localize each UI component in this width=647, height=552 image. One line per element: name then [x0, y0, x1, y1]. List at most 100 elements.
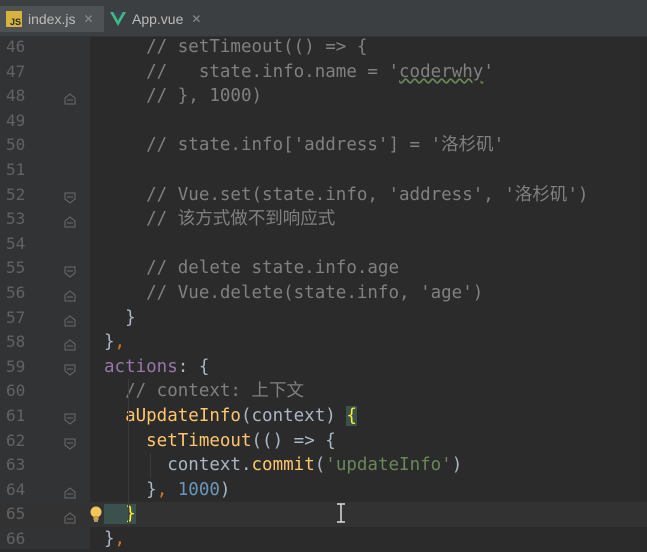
tab-label: index.js — [28, 11, 76, 27]
close-icon[interactable]: ✕ — [191, 12, 201, 26]
code-line[interactable]: 64 }, 1000) — [0, 478, 647, 503]
line-number[interactable]: 61 — [6, 404, 46, 429]
fold-marker-icon[interactable] — [64, 410, 76, 425]
code-token: // state.info.name = ' — [104, 61, 400, 82]
code-line[interactable]: 58}, — [0, 330, 647, 355]
code-token: } — [104, 479, 157, 500]
lightbulb-icon[interactable] — [88, 505, 104, 523]
code-token: } — [104, 332, 115, 353]
code-token: // Vue.delete(state.info, 'age') — [104, 283, 484, 303]
line-number[interactable]: 65 — [6, 502, 46, 527]
code-line[interactable]: 51 — [0, 158, 647, 183]
code-line[interactable]: 63 context.commit('updateInfo') — [0, 453, 647, 478]
fold-marker-icon[interactable] — [64, 435, 76, 450]
line-number[interactable]: 54 — [6, 232, 46, 257]
code-line[interactable]: 52 // Vue.set(state.info, 'address', '洛杉… — [0, 183, 647, 208]
fold-marker-icon[interactable] — [64, 312, 76, 327]
fold-marker-icon[interactable] — [64, 361, 76, 376]
line-number[interactable]: 56 — [6, 281, 46, 306]
code-token: , — [156, 479, 178, 500]
fold-marker-icon[interactable] — [64, 484, 76, 499]
indent-guide — [150, 453, 151, 478]
fold-marker-icon[interactable] — [64, 336, 76, 351]
code-line[interactable]: 50 // state.info['address'] = '洛杉矶' — [0, 133, 647, 158]
code-token: aUpdateInfo — [104, 406, 241, 426]
code-text: // Vue.delete(state.info, 'age') — [104, 281, 483, 306]
code-token: context. — [104, 455, 252, 476]
code-token: actions — [104, 356, 178, 377]
code-text: // Vue.set(state.info, 'address', '洛杉矶') — [104, 183, 588, 208]
code-token: : { — [177, 356, 210, 377]
line-number[interactable]: 63 — [6, 453, 46, 478]
code-text: // context: 上下文 — [104, 379, 304, 404]
code-token: , — [114, 529, 126, 549]
line-number[interactable]: 62 — [6, 429, 46, 454]
code-token: } — [104, 529, 115, 549]
code-line[interactable]: 49 — [0, 109, 647, 134]
line-number[interactable]: 48 — [6, 84, 46, 109]
tab-label: App.vue — [132, 11, 184, 27]
code-text: // state.info.name = 'coderwhy' — [104, 60, 494, 85]
code-line[interactable]: 60 // context: 上下文 — [0, 379, 647, 404]
code-text: // }, 1000) — [104, 84, 262, 109]
line-number[interactable]: 58 — [6, 330, 46, 355]
code-text: } — [104, 502, 136, 527]
code-token: } — [104, 504, 136, 525]
code-line[interactable]: 46 // setTimeout(() => { — [0, 35, 647, 60]
code-token: // context: 上下文 — [104, 381, 305, 402]
code-line[interactable]: 59 actions: { — [0, 355, 647, 380]
code-line[interactable]: 53 // 该方式做不到响应式 — [0, 207, 647, 232]
code-token: // delete state.info.age — [104, 258, 400, 279]
code-line[interactable]: 65 } — [0, 502, 647, 527]
fold-marker-icon[interactable] — [64, 213, 76, 228]
line-number[interactable]: 47 — [6, 60, 46, 85]
code-line[interactable]: 47 // state.info.name = 'coderwhy' — [0, 60, 647, 85]
code-line[interactable]: 54 — [0, 232, 647, 257]
line-number[interactable]: 50 — [6, 133, 46, 158]
javascript-file-icon: JS — [6, 11, 22, 27]
fold-marker-icon[interactable] — [64, 509, 76, 524]
line-number[interactable]: 57 — [6, 306, 46, 331]
code-token: // 该方式做不到响应式 — [104, 209, 336, 230]
code-token: // Vue.set(state.info, 'address', '洛杉矶') — [104, 184, 589, 205]
code-text: } — [104, 306, 136, 331]
code-token: ) — [451, 455, 463, 476]
code-line[interactable]: 48 // }, 1000) — [0, 84, 647, 109]
line-number[interactable]: 55 — [6, 256, 46, 281]
code-token: , — [114, 332, 126, 353]
line-number[interactable]: 53 — [6, 207, 46, 232]
code-token: ' — [483, 61, 494, 82]
close-icon[interactable]: ✕ — [83, 12, 93, 26]
line-number[interactable]: 49 — [6, 109, 46, 134]
vue-file-icon — [110, 12, 126, 26]
code-token: coderwhy — [399, 61, 484, 82]
line-number[interactable]: 51 — [6, 158, 46, 183]
code-text: // delete state.info.age — [104, 256, 399, 281]
fold-marker-icon[interactable] — [64, 287, 76, 302]
fold-marker-icon[interactable] — [64, 189, 76, 204]
code-editor[interactable]: 46 // setTimeout(() => {47 // state.info… — [0, 36, 647, 549]
line-number[interactable]: 46 — [6, 35, 46, 60]
code-token: // }, 1000) — [104, 86, 263, 107]
tab-app-vue[interactable]: App.vue ✕ — [104, 6, 214, 32]
tab-index-js[interactable]: JS index.js ✕ — [0, 6, 104, 32]
code-line[interactable]: 66}, — [0, 527, 647, 552]
fold-marker-icon[interactable] — [64, 263, 76, 278]
code-text: // setTimeout(() => { — [104, 35, 367, 60]
line-number[interactable]: 59 — [6, 355, 46, 380]
line-number[interactable]: 66 — [6, 527, 46, 552]
code-text: // 该方式做不到响应式 — [104, 207, 335, 232]
code-token: 'updateInfo' — [325, 455, 452, 476]
code-line[interactable]: 56 // Vue.delete(state.info, 'age') — [0, 281, 647, 306]
code-line[interactable]: 61 aUpdateInfo(context) { — [0, 404, 647, 429]
line-number[interactable]: 60 — [6, 379, 46, 404]
line-number[interactable]: 64 — [6, 478, 46, 503]
code-text: setTimeout(() => { — [104, 429, 336, 454]
line-number[interactable]: 52 — [6, 183, 46, 208]
code-line[interactable]: 57 } — [0, 306, 647, 331]
code-line[interactable]: 62 setTimeout(() => { — [0, 429, 647, 454]
text-cursor-icon — [336, 503, 346, 523]
fold-marker-icon[interactable] — [64, 90, 76, 105]
code-line[interactable]: 55 // delete state.info.age — [0, 256, 647, 281]
code-text: context.commit('updateInfo') — [104, 453, 462, 478]
